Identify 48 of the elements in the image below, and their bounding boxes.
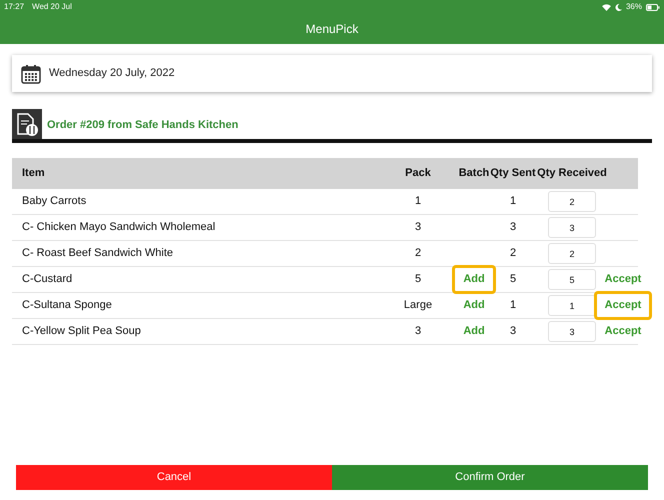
qty-sent-cell-text: 1	[508, 298, 518, 314]
pack-cell-text: 3	[414, 324, 422, 340]
calendar-icon	[21, 64, 41, 84]
column-header: Pack	[404, 166, 432, 182]
accept-link[interactable]: Accept	[594, 317, 652, 346]
qty-sent-cell-text: 1	[508, 194, 518, 210]
accept-link[interactable]: Accept	[594, 291, 652, 320]
qty-sent-cell-text: 3	[508, 220, 518, 236]
pack-cell-text: Large	[402, 298, 434, 314]
add-batch-link[interactable]: Add	[452, 265, 496, 294]
item-name: C-Custard	[21, 272, 74, 288]
pack-cell-text: 2	[414, 246, 422, 262]
item-name: C- Roast Beef Sandwich White	[21, 246, 174, 262]
status-date: Wed 20 Jul	[32, 1, 72, 13]
column-header: Item	[21, 166, 46, 182]
qty-received-field[interactable]: 1	[548, 295, 596, 316]
status-time: 17:27	[4, 1, 24, 13]
moon-icon	[614, 4, 622, 10]
cancel-button[interactable]: Cancel	[16, 465, 332, 490]
confirm-order-button[interactable]: Confirm Order	[332, 465, 648, 490]
date-text: Wednesday 20 July, 2022	[49, 66, 175, 82]
pack-cell-text: 5	[414, 272, 422, 288]
battery-percent: 36%	[626, 1, 642, 13]
column-header: Qty Received	[536, 167, 608, 180]
order-title: Order #209 from Safe Hands Kitchen	[47, 118, 238, 132]
item-name: C- Chicken Mayo Sandwich Wholemeal	[21, 220, 216, 236]
battery-icon	[646, 4, 660, 10]
qty-received-field[interactable]: 5	[548, 269, 596, 290]
wifi-icon	[602, 4, 611, 10]
qty-sent-cell-text: 2	[508, 246, 518, 262]
qty-received-field[interactable]: 2	[548, 243, 596, 264]
item-name: Baby Carrots	[21, 194, 88, 210]
app-title: MenuPick	[306, 21, 358, 38]
item-name: C-Sultana Sponge	[21, 298, 113, 314]
column-header: Qty Sent	[490, 167, 536, 180]
item-name: C-Yellow Split Pea Soup	[21, 324, 142, 340]
column-header: Batch	[458, 166, 490, 182]
pack-cell-text: 1	[414, 194, 422, 210]
pack-cell-text: 3	[414, 220, 422, 236]
qty-sent-cell-text: 3	[508, 324, 518, 340]
qty-sent-cell-text: 5	[508, 272, 518, 288]
add-batch-link[interactable]: Add	[452, 291, 496, 320]
qty-received-field[interactable]: 3	[548, 321, 596, 342]
order-icon	[12, 109, 42, 139]
add-batch-link[interactable]: Add	[452, 317, 496, 346]
accept-link[interactable]: Accept	[594, 265, 652, 294]
qty-received-field[interactable]: 3	[548, 217, 596, 238]
qty-received-field[interactable]: 2	[548, 191, 596, 212]
